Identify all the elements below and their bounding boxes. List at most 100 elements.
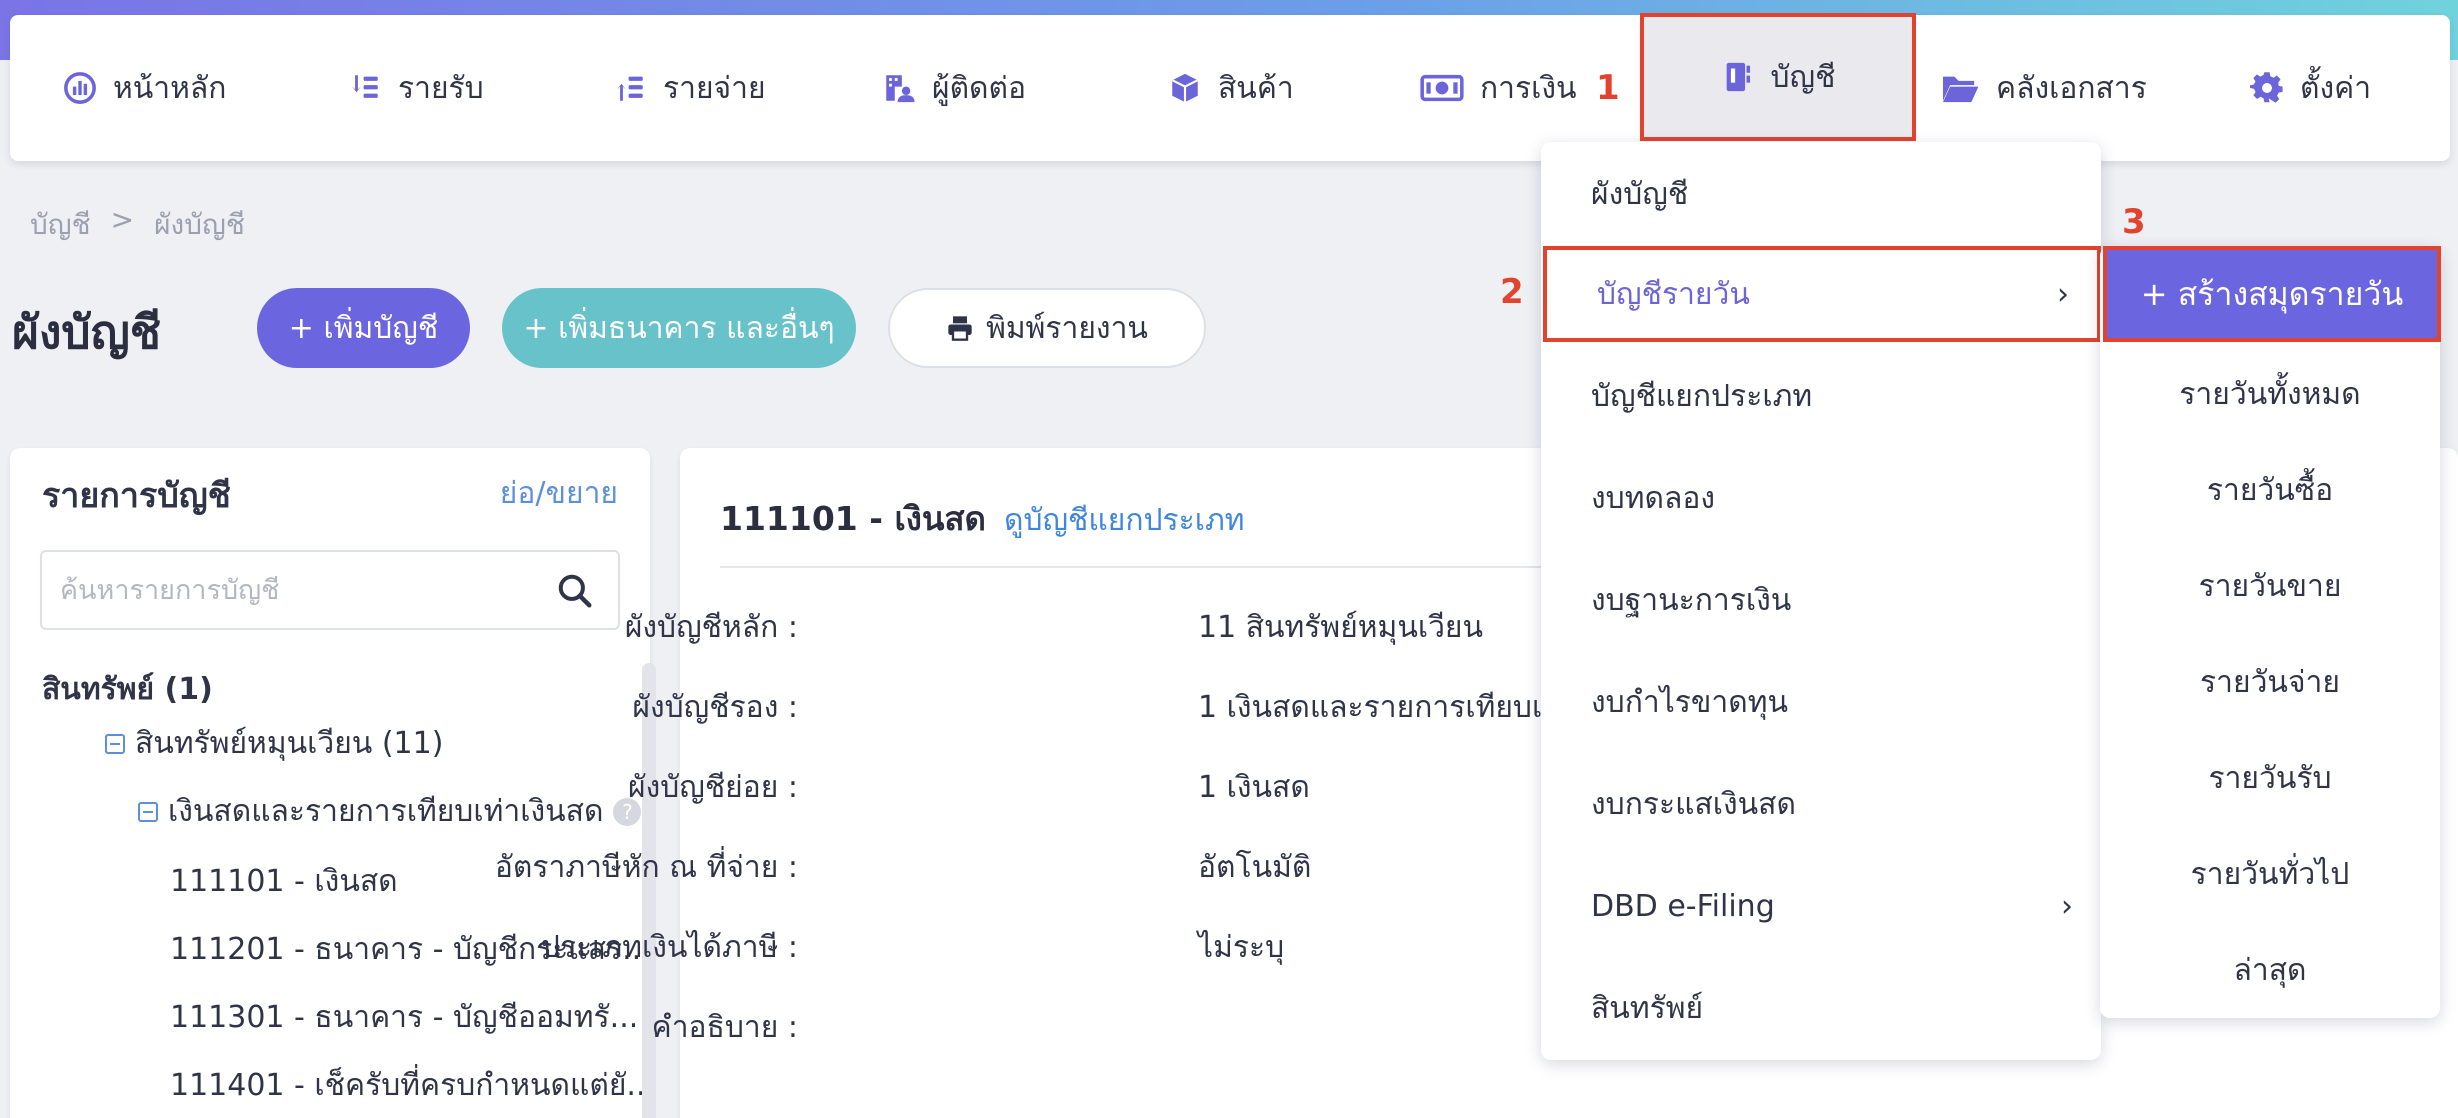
nav-item-income[interactable]: รายรับ bbox=[348, 15, 484, 161]
nav-label: สินค้า bbox=[1218, 70, 1294, 106]
menu-item-balance-sheet[interactable]: งบฐานะการเงิน bbox=[1541, 552, 2101, 648]
gear-icon bbox=[2250, 72, 2283, 103]
account-search bbox=[40, 550, 620, 630]
menu-item-cash-flow[interactable]: งบกระแสเงินสด bbox=[1541, 756, 2101, 852]
detail-label: คำอธิบาย : bbox=[651, 1010, 798, 1045]
create-journal-button[interactable]: + สร้างสมุดรายวัน bbox=[2103, 246, 2441, 342]
menu-item-label: ผังบัญชี bbox=[1591, 176, 1689, 212]
chevron-right-icon: › bbox=[2061, 888, 2073, 924]
nav-label: รายจ่าย bbox=[663, 70, 766, 106]
nav-item-documents[interactable]: คลังเอกสาร bbox=[1940, 15, 2147, 161]
ledger-icon bbox=[1726, 62, 1750, 92]
detail-label: อัตราภาษีหัก ณ ที่จ่าย : bbox=[494, 850, 798, 885]
tree-account-item[interactable]: 111401 - เช็ครับที่ครบกำหนดแต่ยั... bbox=[170, 1062, 655, 1109]
account-code-title: 111101 - เงินสด bbox=[720, 499, 986, 538]
submenu-item-general-journal[interactable]: รายวันทั่วไป bbox=[2100, 826, 2440, 922]
chevron-right-icon: › bbox=[2057, 276, 2069, 312]
detail-value: ไม่ระบุ bbox=[1198, 930, 1285, 965]
menu-item-label: งบทดลอง bbox=[1591, 480, 1715, 516]
print-report-button[interactable]: พิมพ์รายงาน bbox=[888, 288, 1206, 368]
product-box-icon bbox=[1171, 73, 1199, 103]
nav-label: การเงิน bbox=[1480, 70, 1577, 106]
nav-item-settings[interactable]: ตั้งค่า bbox=[2250, 15, 2371, 161]
nav-label: บัญชี bbox=[1770, 59, 1836, 95]
menu-item-trial-balance[interactable]: งบทดลอง bbox=[1541, 450, 2101, 546]
nav-item-contacts[interactable]: ผู้ติดต่อ bbox=[882, 15, 1026, 161]
menu-item-income-statement[interactable]: งบกำไรขาดทุน bbox=[1541, 654, 2101, 750]
collapse-icon[interactable] bbox=[105, 733, 125, 754]
print-report-label: พิมพ์รายงาน bbox=[986, 310, 1148, 346]
menu-item-chart-of-accounts[interactable]: ผังบัญชี bbox=[1541, 146, 2101, 242]
step-marker-1: 1 bbox=[1596, 68, 1620, 108]
menu-item-dbd-efiling[interactable]: DBD e-Filing › bbox=[1541, 858, 2101, 954]
expense-icon bbox=[617, 76, 643, 101]
search-icon[interactable] bbox=[556, 572, 594, 610]
menu-item-journal[interactable]: บัญชีรายวัน › bbox=[1543, 246, 2101, 342]
account-list-title: รายการบัญชี bbox=[42, 476, 231, 516]
detail-label: ผังบัญชีย่อย : bbox=[627, 770, 798, 805]
step-marker-2: 2 bbox=[1500, 272, 1524, 312]
submenu-item-purchase-journal[interactable]: รายวันซื้อ bbox=[2100, 442, 2440, 538]
tree-node-assets[interactable]: สินทรัพย์ (1) bbox=[42, 666, 213, 713]
account-search-input[interactable] bbox=[60, 566, 540, 614]
menu-item-label: งบกำไรขาดทุน bbox=[1591, 684, 1789, 720]
submenu-item-all-journals[interactable]: รายวันทั้งหมด bbox=[2100, 346, 2440, 442]
detail-value: 1 เงินสดและรายการเทียบเท่า bbox=[1198, 690, 1579, 725]
menu-item-label: บัญชีแยกประเภท bbox=[1591, 378, 1813, 414]
nav-label: ตั้งค่า bbox=[2300, 70, 2372, 106]
breadcrumb-separator: > bbox=[110, 203, 135, 236]
nav-item-accounting[interactable]: บัญชี bbox=[1640, 13, 1916, 141]
step-marker-3: 3 bbox=[2122, 202, 2146, 242]
breadcrumb-root[interactable]: บัญชี bbox=[30, 203, 91, 247]
tree-account-item[interactable]: 111301 - ธนาคาร - บัญชีออมทรั... bbox=[170, 994, 638, 1041]
breadcrumb-current: ผังบัญชี bbox=[154, 208, 245, 241]
tree-node-cash-equivalents[interactable]: เงินสดและรายการเทียบเท่าเงินสด ? bbox=[138, 788, 642, 835]
collapse-icon[interactable] bbox=[138, 801, 158, 822]
tree-node-label: เงินสดและรายการเทียบเท่าเงินสด bbox=[168, 794, 604, 829]
detail-value: อัตโนมัติ bbox=[1198, 850, 1312, 885]
menu-item-general-ledger[interactable]: บัญชีแยกประเภท bbox=[1541, 348, 2101, 444]
submenu-item-receipt-journal[interactable]: รายวันรับ bbox=[2100, 730, 2440, 826]
tree-account-item[interactable]: 111101 - เงินสด bbox=[170, 858, 398, 905]
nav-item-products[interactable]: สินค้า bbox=[1168, 15, 1294, 161]
collapse-expand-toggle[interactable]: ย่อ/ขยาย bbox=[500, 470, 618, 517]
detail-value: 1 เงินสด bbox=[1198, 770, 1310, 805]
nav-label: คลังเอกสาร bbox=[1996, 70, 2147, 106]
nav-label: หน้าหลัก bbox=[113, 70, 227, 106]
submenu-item-latest[interactable]: ล่าสุด bbox=[2100, 922, 2440, 1018]
folder-icon bbox=[1943, 76, 1979, 103]
add-bank-button[interactable]: + เพิ่มธนาคาร และอื่นๆ bbox=[502, 288, 856, 368]
submenu-item-payment-journal[interactable]: รายวันจ่าย bbox=[2100, 634, 2440, 730]
detail-label: ผังบัญชีรอง : bbox=[632, 690, 798, 725]
page-title: ผังบัญชี bbox=[12, 305, 162, 359]
menu-item-label: งบกระแสเงินสด bbox=[1591, 786, 1796, 822]
account-list-panel: รายการบัญชี ย่อ/ขยาย สินทรัพย์ (1) สินทร… bbox=[10, 448, 656, 1118]
accounting-dropdown-menu: ผังบัญชี บัญชีรายวัน › บัญชีแยกประเภท งบ… bbox=[1541, 142, 2101, 1060]
submenu-item-sales-journal[interactable]: รายวันขาย bbox=[2100, 538, 2440, 634]
money-icon bbox=[1420, 74, 1464, 102]
income-icon bbox=[352, 75, 378, 98]
detail-value: 11 สินทรัพย์หมุนเวียน bbox=[1198, 610, 1484, 645]
menu-item-assets[interactable]: สินทรัพย์ bbox=[1541, 960, 2101, 1056]
breadcrumb: บัญชี > ผังบัญชี bbox=[30, 203, 245, 247]
main-navbar: หน้าหลัก รายรับ รายจ่าย ผู้ติดต่อ สินค้า… bbox=[10, 13, 2450, 161]
journal-submenu: รายวันทั้งหมด รายวันซื้อ รายวันขาย รายวั… bbox=[2100, 246, 2440, 1018]
menu-item-label: สินทรัพย์ bbox=[1591, 990, 1704, 1026]
nav-label: รายรับ bbox=[398, 70, 484, 106]
account-detail-header: 111101 - เงินสด ดูบัญชีแยกประเภท bbox=[720, 492, 1245, 545]
nav-item-finance[interactable]: การเงิน bbox=[1420, 15, 1577, 161]
printer-icon bbox=[948, 316, 972, 341]
menu-item-label: บัญชีรายวัน bbox=[1597, 276, 1750, 312]
dashboard-icon bbox=[64, 72, 96, 104]
add-account-button[interactable]: + เพิ่มบัญชี bbox=[257, 288, 470, 368]
nav-label: ผู้ติดต่อ bbox=[932, 70, 1027, 106]
view-ledger-link[interactable]: ดูบัญชีแยกประเภท bbox=[1004, 497, 1245, 544]
tree-node-label: สินทรัพย์ (1) bbox=[42, 672, 213, 707]
menu-item-label: งบฐานะการเงิน bbox=[1591, 582, 1792, 618]
detail-label: ผังบัญชีหลัก : bbox=[624, 610, 798, 645]
tree-node-current-assets[interactable]: สินทรัพย์หมุนเวียน (11) bbox=[105, 720, 443, 767]
nav-item-expense[interactable]: รายจ่าย bbox=[613, 15, 766, 161]
detail-label: ประเภทเงินได้ภาษี : bbox=[540, 930, 798, 965]
contacts-icon bbox=[886, 75, 915, 103]
nav-item-dashboard[interactable]: หน้าหลัก bbox=[63, 15, 226, 161]
